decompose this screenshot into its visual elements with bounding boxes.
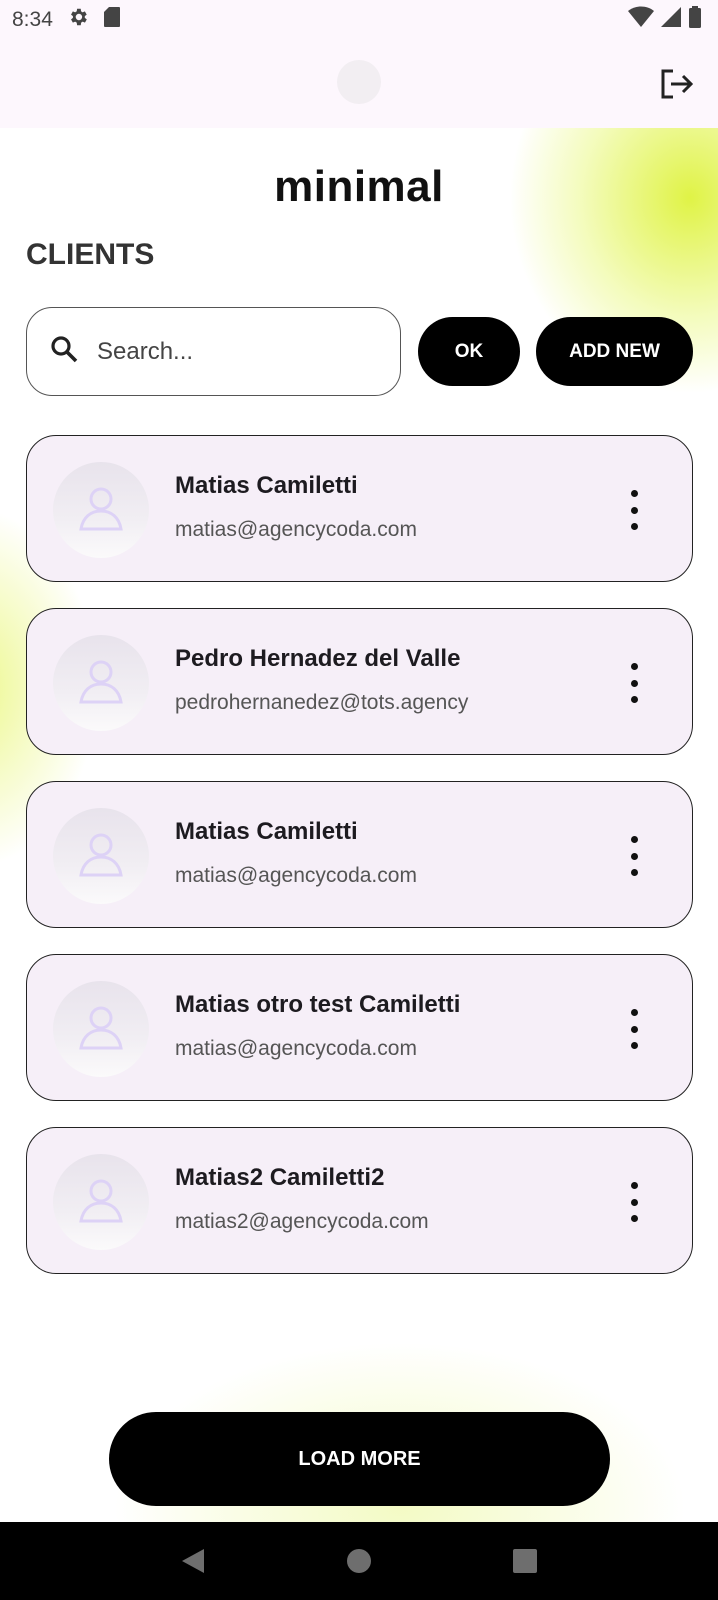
client-name: Matias Camiletti: [175, 818, 358, 845]
settings-icon: [67, 6, 89, 34]
avatar: [53, 635, 149, 731]
client-email: pedrohernanedez@tots.agency: [175, 691, 469, 714]
client-email: matias@agencycoda.com: [175, 864, 417, 887]
more-vert-icon[interactable]: [624, 663, 644, 703]
client-name: Pedro Hernadez del Valle: [175, 645, 461, 672]
person-icon: [72, 479, 130, 542]
battery-icon: [688, 6, 702, 34]
client-card[interactable]: Pedro Hernadez del Valle pedrohernanedez…: [26, 608, 693, 755]
sd-card-icon: [103, 6, 121, 34]
home-icon[interactable]: [334, 1536, 384, 1586]
client-email: matias@agencycoda.com: [175, 1037, 417, 1060]
avatar: [53, 1154, 149, 1250]
person-icon: [72, 998, 130, 1061]
status-right: [628, 6, 702, 34]
signal-icon: [660, 6, 682, 34]
more-vert-icon[interactable]: [624, 1009, 644, 1049]
client-info: Matias otro test Camiletti matias@agency…: [175, 991, 460, 1061]
recents-icon[interactable]: [500, 1536, 550, 1586]
logout-icon: [659, 68, 694, 105]
app-bar: [0, 40, 718, 128]
avatar: [53, 981, 149, 1077]
status-left: 8:34: [12, 6, 121, 34]
client-email: matias2@agencycoda.com: [175, 1210, 429, 1233]
person-icon: [72, 1171, 130, 1234]
status-time: 8:34: [12, 8, 53, 31]
status-bar: 8:34: [0, 0, 718, 40]
client-card[interactable]: Matias otro test Camiletti matias@agency…: [26, 954, 693, 1101]
back-icon[interactable]: [168, 1536, 218, 1586]
more-vert-icon[interactable]: [624, 836, 644, 876]
client-info: Matias Camiletti matias@agencycoda.com: [175, 818, 417, 888]
client-name: Matias2 Camiletti2: [175, 1164, 385, 1191]
client-name: Matias otro test Camiletti: [175, 991, 461, 1018]
load-more-button[interactable]: LOAD MORE: [109, 1412, 610, 1506]
avatar: [53, 808, 149, 904]
client-card[interactable]: Matias Camiletti matias@agencycoda.com: [26, 781, 693, 928]
search-input[interactable]: [97, 337, 357, 366]
camera-cutout: [337, 60, 381, 104]
main-content: minimal CLIENTS OK ADD NEW Matias Camile…: [0, 128, 718, 1522]
client-info: Matias2 Camiletti2 matias2@agencycoda.co…: [175, 1164, 429, 1234]
ok-button[interactable]: OK: [418, 317, 520, 386]
logout-button[interactable]: [654, 64, 698, 108]
search-field[interactable]: [26, 307, 401, 396]
wifi-icon: [628, 6, 654, 34]
add-new-button[interactable]: ADD NEW: [536, 317, 693, 386]
client-card[interactable]: Matias Camiletti matias@agencycoda.com: [26, 435, 693, 582]
page-title: CLIENTS: [26, 238, 155, 271]
brand-logo: minimal: [274, 162, 444, 211]
person-icon: [72, 825, 130, 888]
person-icon: [72, 652, 130, 715]
more-vert-icon[interactable]: [624, 1182, 644, 1222]
system-nav-bar: [0, 1522, 718, 1600]
client-email: matias@agencycoda.com: [175, 518, 417, 541]
client-list: Matias Camiletti matias@agencycoda.com P…: [26, 435, 693, 1300]
avatar: [53, 462, 149, 558]
client-info: Pedro Hernadez del Valle pedrohernanedez…: [175, 645, 468, 715]
client-name: Matias Camiletti: [175, 472, 358, 499]
more-vert-icon[interactable]: [624, 490, 644, 530]
client-info: Matias Camiletti matias@agencycoda.com: [175, 472, 417, 542]
client-card[interactable]: Matias2 Camiletti2 matias2@agencycoda.co…: [26, 1127, 693, 1274]
search-icon: [49, 334, 79, 369]
